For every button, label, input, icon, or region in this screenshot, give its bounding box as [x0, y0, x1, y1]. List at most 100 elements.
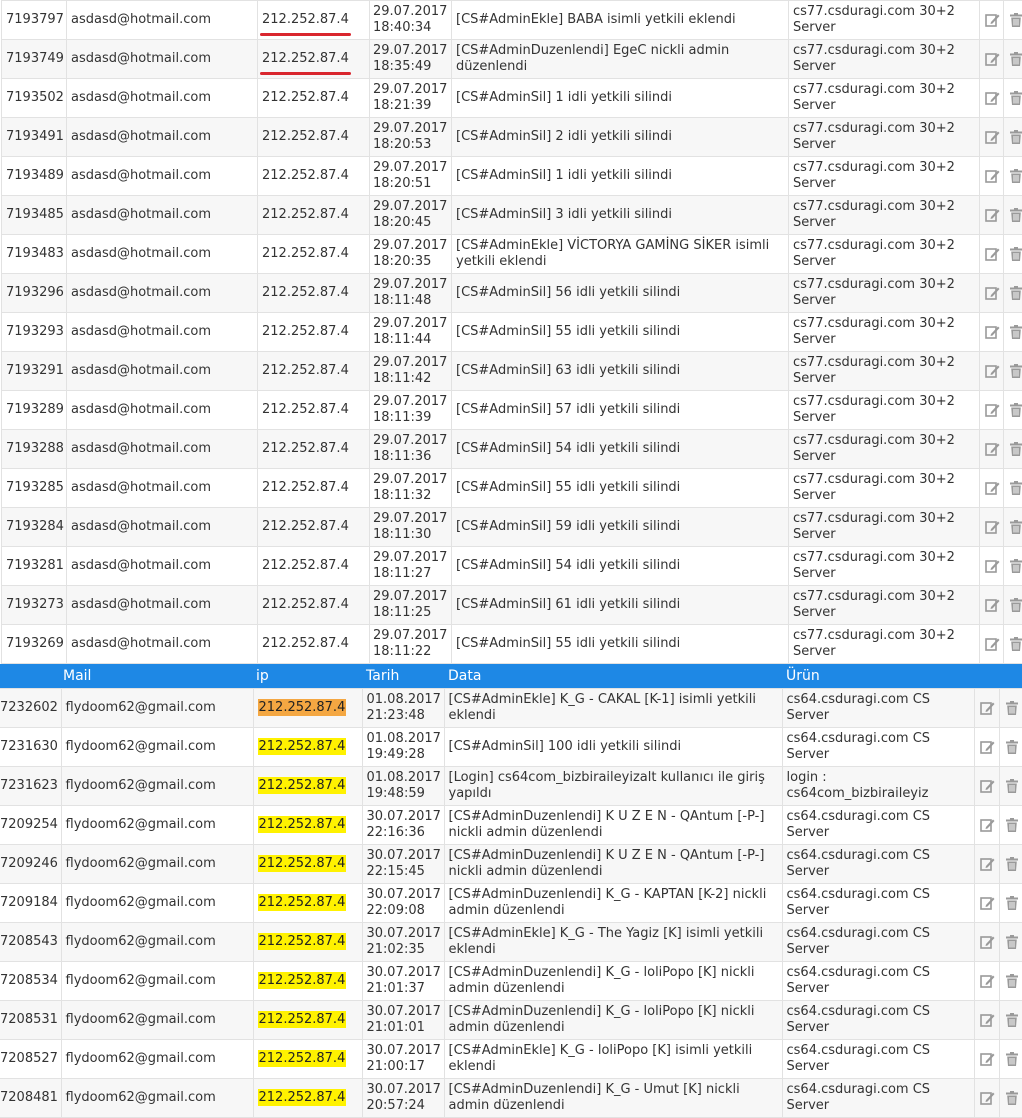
- edit-button[interactable]: [979, 468, 1004, 508]
- delete-button[interactable]: [1003, 273, 1022, 313]
- edit-button[interactable]: [979, 234, 1004, 274]
- edit-button[interactable]: [979, 507, 1004, 547]
- cell-mail: flydoom62@gmail.com: [60, 961, 254, 1001]
- cell-mail: asdasd@hotmail.com: [66, 312, 258, 352]
- edit-button[interactable]: [979, 117, 1004, 157]
- delete-button[interactable]: [1003, 429, 1022, 469]
- ip-highlight: 212.252.87.4: [257, 972, 347, 989]
- ip-text: 212.252.87.4: [262, 168, 349, 183]
- edit-button[interactable]: [979, 546, 1004, 586]
- trash-icon: [1008, 558, 1022, 574]
- edit-button[interactable]: [979, 429, 1004, 469]
- delete-button[interactable]: [1003, 351, 1022, 391]
- cell-date: 29.07.2017 18:35:49: [369, 39, 452, 79]
- edit-icon: [979, 1051, 995, 1067]
- cell-data: [CS#AdminEkle] K_G - The Yagiz [K] isiml…: [443, 922, 783, 962]
- cell-id: 7209246: [0, 844, 62, 884]
- delete-button[interactable]: [998, 766, 1022, 806]
- ip-highlight: 212.252.87.4: [257, 738, 347, 755]
- time-text: 21:00:17: [366, 1059, 425, 1074]
- table-row: 7193489 asdasd@hotmail.com 212.252.87.4 29.…: [1, 156, 1022, 196]
- delete-button[interactable]: [998, 1039, 1022, 1079]
- delete-button[interactable]: [1003, 78, 1022, 118]
- delete-button[interactable]: [998, 961, 1022, 1001]
- edit-icon: [984, 12, 1000, 28]
- delete-button[interactable]: [998, 688, 1022, 728]
- delete-button[interactable]: [1003, 507, 1022, 547]
- edit-button[interactable]: [973, 1000, 1000, 1040]
- edit-button[interactable]: [979, 195, 1004, 235]
- edit-button[interactable]: [973, 1078, 1000, 1118]
- cell-id: 7193288: [1, 429, 67, 469]
- edit-button[interactable]: [979, 0, 1004, 40]
- cell-mail: asdasd@hotmail.com: [66, 624, 258, 664]
- edit-button[interactable]: [973, 1039, 1000, 1079]
- edit-button[interactable]: [973, 844, 1000, 884]
- delete-button[interactable]: [1003, 39, 1022, 79]
- trash-icon: [1008, 285, 1022, 301]
- edit-button[interactable]: [979, 156, 1004, 196]
- edit-button[interactable]: [979, 312, 1004, 352]
- cell-ip: 212.252.87.4: [257, 507, 370, 547]
- cell-id: 7193485: [1, 195, 67, 235]
- edit-button[interactable]: [979, 351, 1004, 391]
- cell-mail: asdasd@hotmail.com: [66, 195, 258, 235]
- edit-button[interactable]: [973, 727, 1000, 767]
- cell-id: 7193273: [1, 585, 67, 625]
- delete-button[interactable]: [1003, 585, 1022, 625]
- trash-icon: [1008, 363, 1022, 379]
- table-row: 7193281 asdasd@hotmail.com 212.252.87.4 29.…: [1, 546, 1022, 586]
- delete-button[interactable]: [998, 883, 1022, 923]
- edit-button[interactable]: [979, 273, 1004, 313]
- edit-button[interactable]: [973, 961, 1000, 1001]
- delete-button[interactable]: [998, 922, 1022, 962]
- delete-button[interactable]: [1003, 234, 1022, 274]
- edit-icon: [984, 402, 1000, 418]
- cell-id: 7193293: [1, 312, 67, 352]
- edit-button[interactable]: [973, 922, 1000, 962]
- ip-text: 212.252.87.4: [262, 90, 349, 105]
- edit-button[interactable]: [979, 390, 1004, 430]
- edit-button[interactable]: [973, 766, 1000, 806]
- delete-button[interactable]: [998, 727, 1022, 767]
- delete-button[interactable]: [998, 805, 1022, 845]
- delete-button[interactable]: [1003, 468, 1022, 508]
- delete-button[interactable]: [1003, 0, 1022, 40]
- cell-product: cs77.csduragi.com 30+2 Server: [788, 624, 980, 664]
- cell-date: 30.07.2017 21:02:35: [361, 922, 445, 962]
- delete-button[interactable]: [1003, 195, 1022, 235]
- edit-icon: [984, 168, 1000, 184]
- table-row: 7208481 flydoom62@gmail.com 212.252.87.4 30…: [0, 1078, 1022, 1118]
- cell-data: [CS#AdminDuzenlendi] K_G - KAPTAN [K-2] …: [443, 883, 783, 923]
- cell-date: 29.07.2017 18:21:39: [369, 78, 452, 118]
- ip-text: 212.252.87.4: [262, 441, 349, 456]
- cell-mail: asdasd@hotmail.com: [66, 507, 258, 547]
- cell-id: 7208543: [0, 922, 62, 962]
- edit-button[interactable]: [979, 39, 1004, 79]
- edit-button[interactable]: [973, 883, 1000, 923]
- date-text: 29.07.2017: [373, 394, 448, 409]
- delete-button[interactable]: [1003, 546, 1022, 586]
- edit-button[interactable]: [979, 624, 1004, 664]
- ip-text: 212.252.87.4: [260, 12, 351, 36]
- delete-button[interactable]: [998, 844, 1022, 884]
- edit-button[interactable]: [973, 805, 1000, 845]
- delete-button[interactable]: [1003, 156, 1022, 196]
- trash-icon: [1008, 402, 1022, 418]
- delete-button[interactable]: [998, 1078, 1022, 1118]
- delete-button[interactable]: [1003, 117, 1022, 157]
- cell-product: cs77.csduragi.com 30+2 Server: [788, 195, 980, 235]
- delete-button[interactable]: [1003, 624, 1022, 664]
- edit-button[interactable]: [979, 78, 1004, 118]
- cell-date: 30.07.2017 20:57:24: [361, 1078, 445, 1118]
- date-text: 29.07.2017: [373, 82, 448, 97]
- delete-button[interactable]: [1003, 390, 1022, 430]
- delete-button[interactable]: [998, 1000, 1022, 1040]
- delete-button[interactable]: [1003, 312, 1022, 352]
- ip-text: 212.252.87.4: [262, 363, 349, 378]
- trash-icon: [1004, 778, 1018, 794]
- edit-button[interactable]: [973, 688, 1000, 728]
- cell-data: [CS#AdminSil] 100 idli yetkili silindi: [443, 727, 783, 767]
- cell-data: [CS#AdminSil] 54 idli yetkili silindi: [451, 546, 789, 586]
- edit-button[interactable]: [979, 585, 1004, 625]
